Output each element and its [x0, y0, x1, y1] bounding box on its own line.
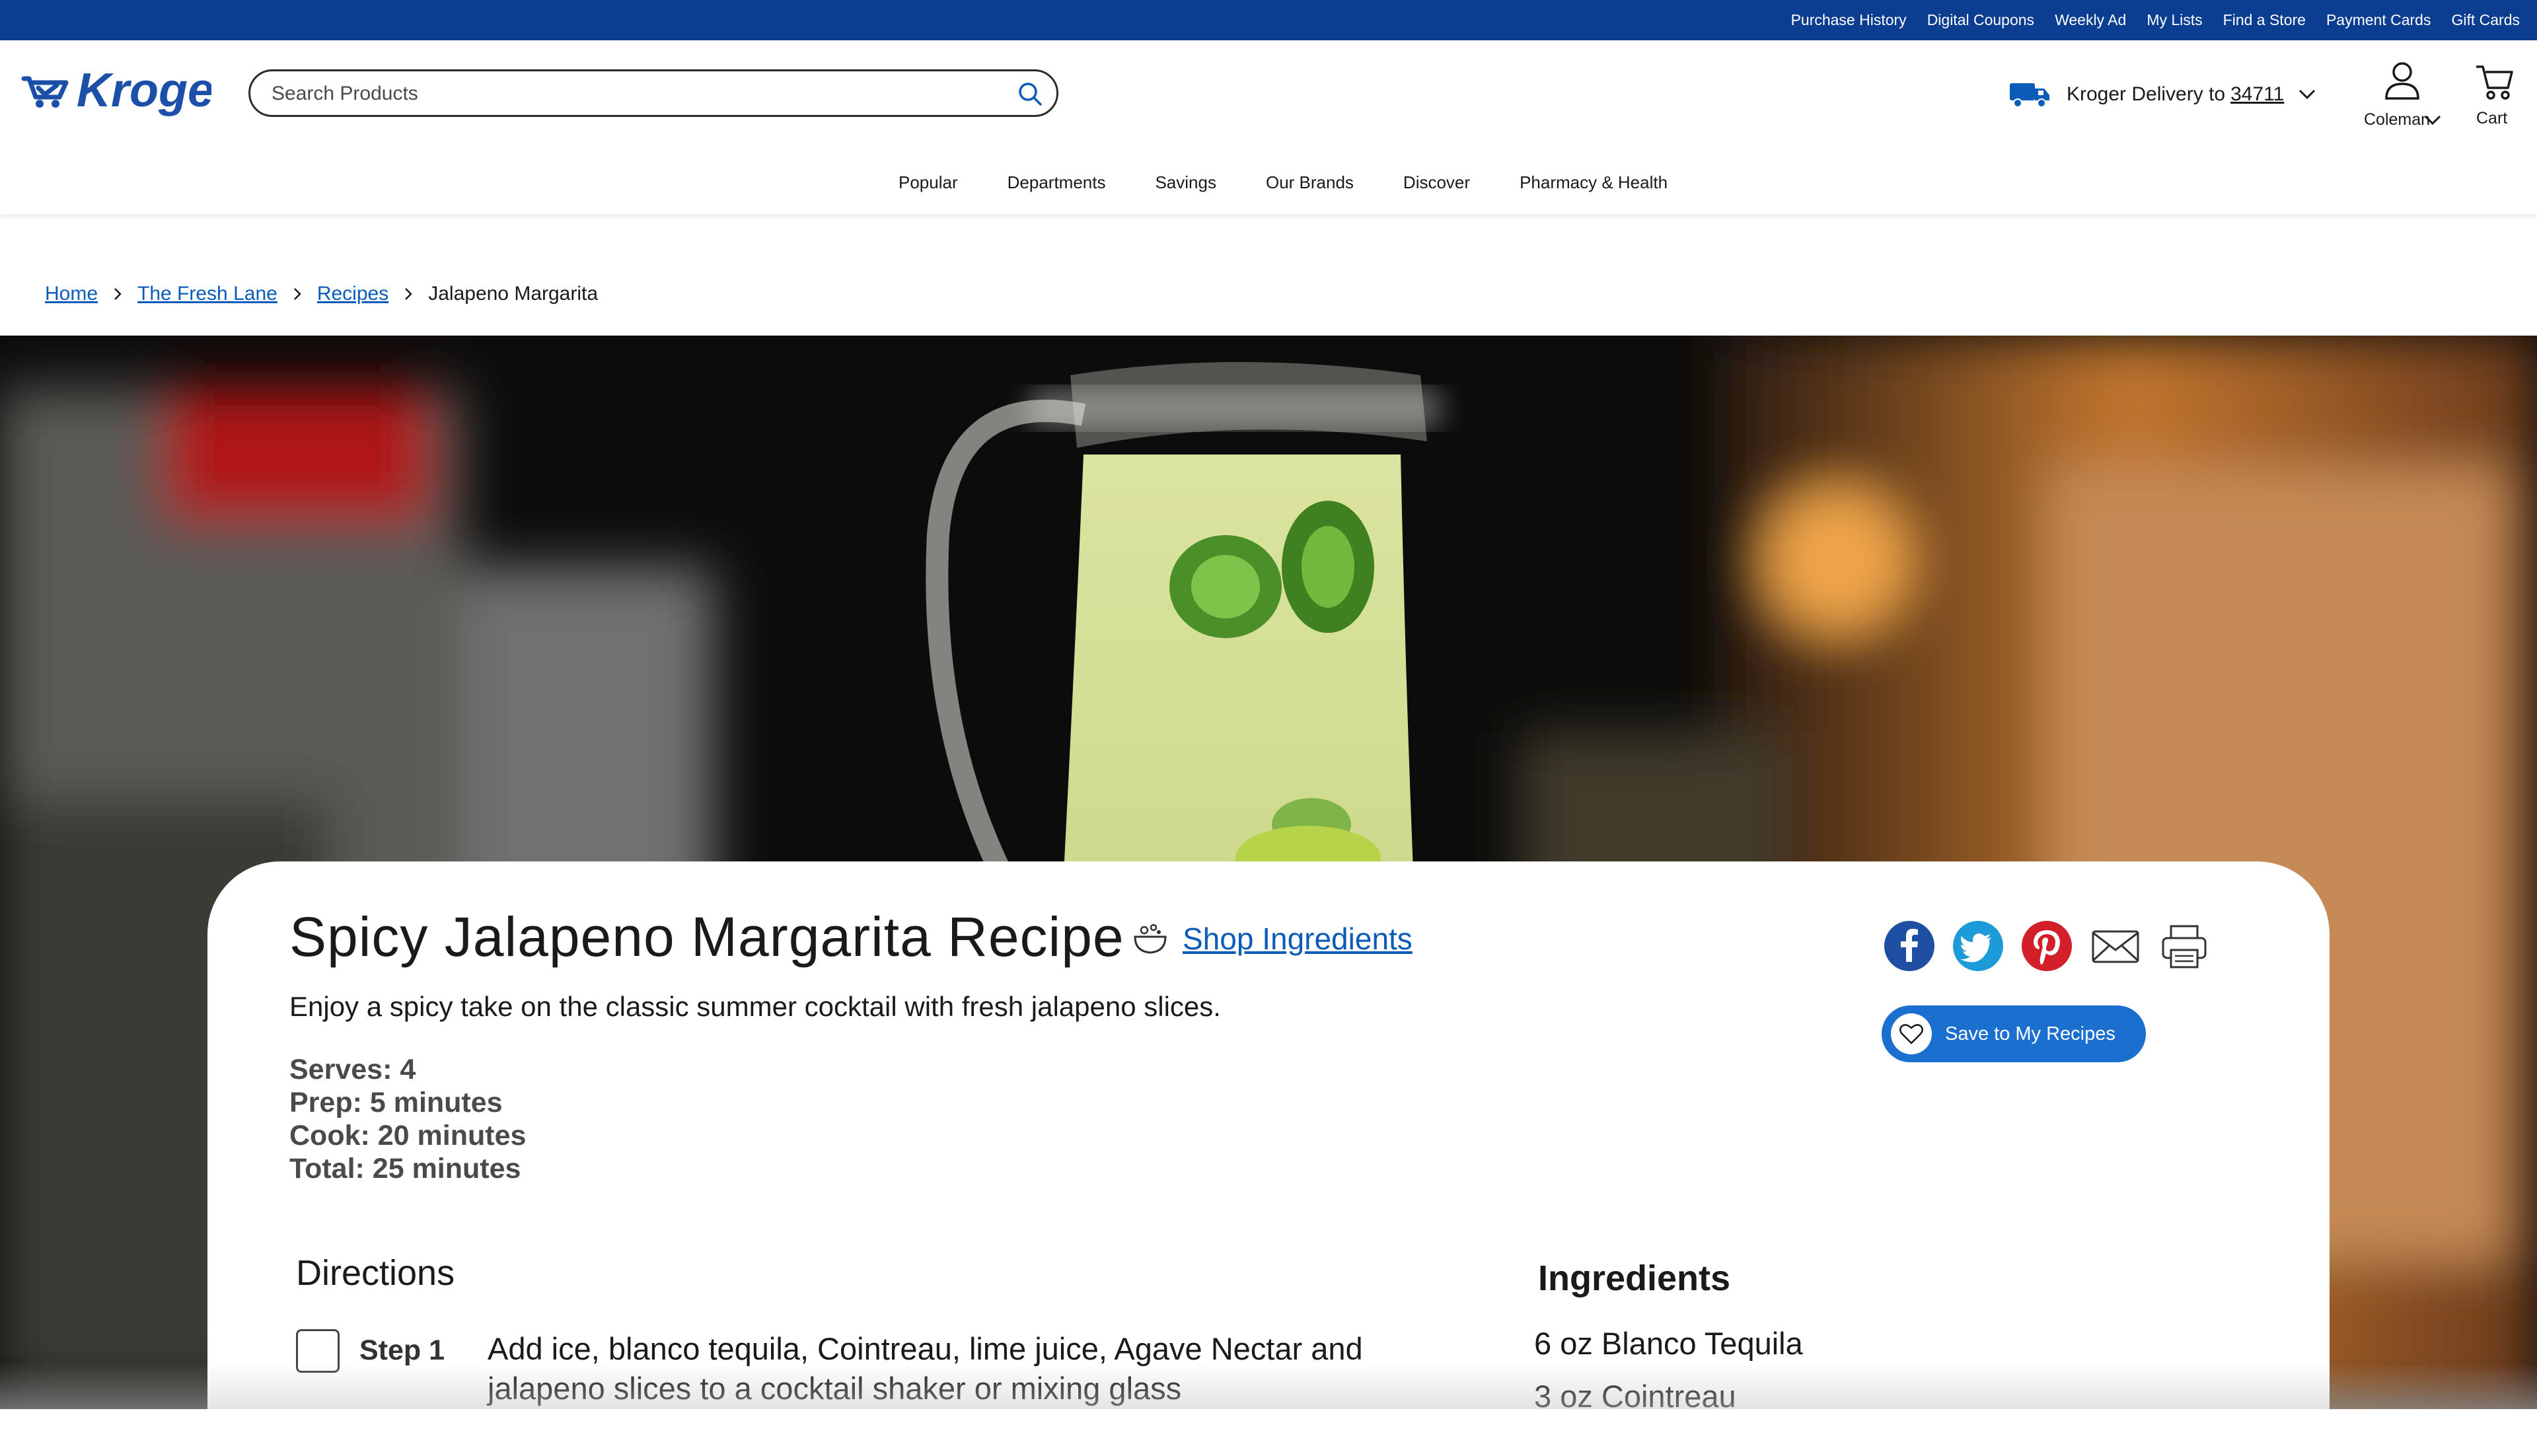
site-header: Kroger Kroger Delivery to 34711 Coleman	[0, 40, 2537, 153]
cart-icon	[2476, 65, 2513, 100]
chevron-down-icon	[2424, 115, 2441, 126]
search-box[interactable]	[248, 69, 1058, 117]
heart-icon	[1899, 1024, 1923, 1044]
svg-text:Kroger: Kroger	[77, 64, 211, 117]
recipe-total-time: Total: 25 minutes	[289, 1153, 521, 1184]
recipe-meta: Serves: 4 Prep: 5 minutes Cook: 20 minut…	[289, 1053, 526, 1185]
recipe-description: Enjoy a spicy take on the classic summer…	[289, 991, 1221, 1022]
cart-label: Cart	[2476, 109, 2508, 127]
nav-item-discover[interactable]: Discover	[1403, 172, 1470, 193]
direction-step: Step 1 Add ice, blanco tequila, Cointrea…	[296, 1329, 1604, 1422]
step-label: Step 1	[359, 1334, 445, 1366]
kroger-logo[interactable]: Kroger	[20, 59, 235, 131]
breadcrumb-fresh-lane[interactable]: The Fresh Lane	[137, 283, 277, 305]
recipe-prep-time: Prep: 5 minutes	[289, 1087, 503, 1118]
recipe-title: Spicy Jalapeno Margarita Recipe	[289, 906, 1124, 968]
chevron-right-icon	[114, 288, 122, 300]
print-icon[interactable]	[2158, 920, 2211, 972]
nav-item-savings[interactable]: Savings	[1155, 172, 1216, 193]
account-menu[interactable]: Coleman	[2359, 60, 2445, 133]
recipe-cook-time: Cook: 20 minutes	[289, 1120, 527, 1151]
share-buttons	[1883, 920, 2211, 972]
nav-item-pharmacy-health[interactable]: Pharmacy & Health	[1520, 172, 1668, 193]
email-icon[interactable]	[2089, 920, 2142, 972]
utility-link-weekly-ad[interactable]: Weekly Ad	[2055, 11, 2126, 29]
utility-link-purchase-history[interactable]: Purchase History	[1791, 11, 1907, 29]
step-checkbox[interactable]	[296, 1329, 340, 1373]
utility-bar: Purchase History Digital Coupons Weekly …	[0, 0, 2537, 40]
nav-items: Popular Departments Savings Our Brands D…	[899, 151, 1668, 214]
utility-link-gift-cards[interactable]: Gift Cards	[2451, 11, 2520, 29]
utility-links: Purchase History Digital Coupons Weekly …	[1791, 0, 2520, 40]
nav-item-our-brands[interactable]: Our Brands	[1266, 172, 1354, 193]
delivery-zip[interactable]: 34711	[2230, 83, 2284, 106]
recipe-serves: Serves: 4	[289, 1054, 416, 1085]
truck-icon	[2010, 83, 2049, 108]
search-icon[interactable]	[1017, 81, 1043, 107]
breadcrumb-home[interactable]: Home	[45, 283, 98, 305]
pinterest-icon[interactable]	[2020, 920, 2073, 972]
ingredient-item: 6 oz Blanco Tequila	[1534, 1326, 1803, 1361]
ingredients-heading: Ingredients	[1538, 1258, 1731, 1298]
main-nav: Popular Departments Savings Our Brands D…	[0, 151, 2537, 214]
breadcrumb-recipes[interactable]: Recipes	[317, 283, 388, 305]
delivery-label: Kroger Delivery to	[2067, 83, 2226, 105]
chevron-right-icon	[405, 288, 412, 300]
nav-item-departments[interactable]: Departments	[1008, 172, 1106, 193]
recipe-card: Spicy Jalapeno Margarita Recipe Shop Ing…	[207, 861, 2330, 1456]
account-label: Coleman	[2364, 110, 2431, 129]
cart-button[interactable]: Cart	[2471, 63, 2524, 129]
heart-circle	[1891, 1013, 1932, 1054]
utility-link-my-lists[interactable]: My Lists	[2147, 11, 2202, 29]
save-to-my-recipes-button[interactable]: Save to My Recipes	[1882, 1005, 2146, 1062]
breadcrumb-current: Jalapeno Margarita	[428, 283, 599, 305]
utility-link-payment-cards[interactable]: Payment Cards	[2326, 11, 2431, 29]
utility-link-digital-coupons[interactable]: Digital Coupons	[1927, 11, 2034, 29]
bowl-icon	[1134, 924, 1167, 954]
shop-ingredients-link[interactable]: Shop Ingredients	[1132, 921, 1413, 957]
delivery-selector[interactable]: Kroger Delivery to 34711	[2008, 75, 2317, 114]
kroger-logo-icon: Kroger	[21, 64, 235, 117]
step-text: Add ice, blanco tequila, Cointreau, lime…	[488, 1331, 1363, 1406]
chevron-right-icon	[293, 288, 301, 300]
search-input[interactable]	[270, 71, 986, 116]
facebook-icon[interactable]	[1883, 920, 1936, 972]
utility-link-find-a-store[interactable]: Find a Store	[2223, 11, 2306, 29]
breadcrumb: Home The Fresh Lane Recipes Jalapeno Mar…	[45, 277, 598, 310]
chevron-down-icon	[2299, 89, 2316, 100]
directions-heading: Directions	[296, 1253, 455, 1293]
user-icon	[2385, 62, 2419, 100]
save-label: Save to My Recipes	[1945, 1023, 2115, 1044]
nav-item-popular[interactable]: Popular	[899, 172, 958, 193]
shop-ingredients-label[interactable]: Shop Ingredients	[1183, 921, 1413, 957]
twitter-icon[interactable]	[1952, 920, 2004, 972]
